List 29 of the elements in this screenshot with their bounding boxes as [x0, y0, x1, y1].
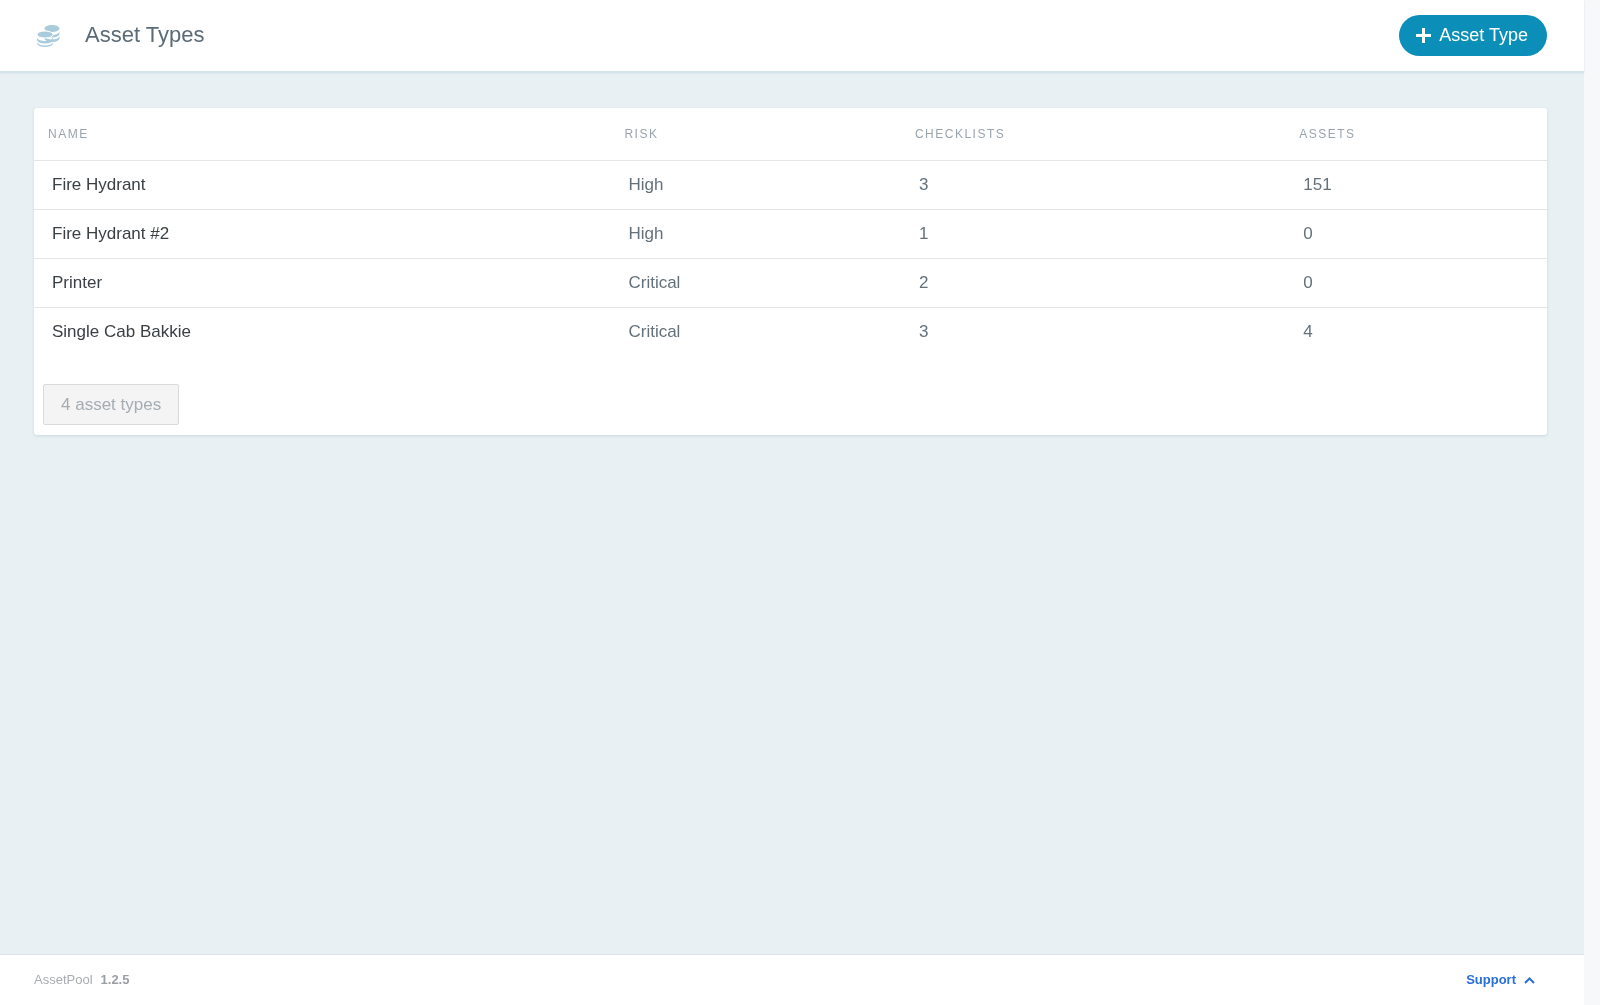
- app-name: AssetPool: [34, 971, 93, 990]
- table-cell: 0: [1285, 258, 1547, 307]
- table-cell: 2: [900, 258, 1286, 307]
- add-asset-type-button[interactable]: Asset Type: [1399, 15, 1547, 56]
- table-cell: Critical: [610, 258, 901, 307]
- column-header: CHECKLISTS: [900, 108, 1286, 160]
- support-link[interactable]: Support: [1466, 970, 1535, 990]
- table-cell: 0: [1285, 209, 1547, 258]
- table-cell: Critical: [610, 307, 901, 356]
- table-cell: Fire Hydrant: [34, 160, 611, 209]
- table-cell: Printer: [34, 258, 611, 307]
- coins-icon: [37, 24, 60, 47]
- column-header: RISK: [610, 108, 901, 160]
- table-cell: 151: [1285, 160, 1547, 209]
- table-cell: Fire Hydrant #2: [34, 209, 611, 258]
- page-title: Asset Types: [85, 22, 205, 49]
- table-cell: 3: [900, 307, 1286, 356]
- app-version: 1.2.5: [100, 971, 130, 990]
- record-count: 4 asset types: [43, 384, 180, 425]
- table-cell: 4: [1285, 307, 1547, 356]
- column-header: ASSETS: [1285, 108, 1547, 160]
- plus-icon: [1416, 28, 1432, 43]
- table-cell: 1: [900, 209, 1286, 258]
- chevron-up-icon: [1524, 976, 1535, 984]
- table-cell: High: [610, 209, 901, 258]
- table-cell: 3: [900, 160, 1286, 209]
- table-cell: Single Cab Bakkie: [34, 307, 611, 356]
- table-cell: High: [610, 160, 901, 209]
- column-header: NAME: [34, 108, 611, 160]
